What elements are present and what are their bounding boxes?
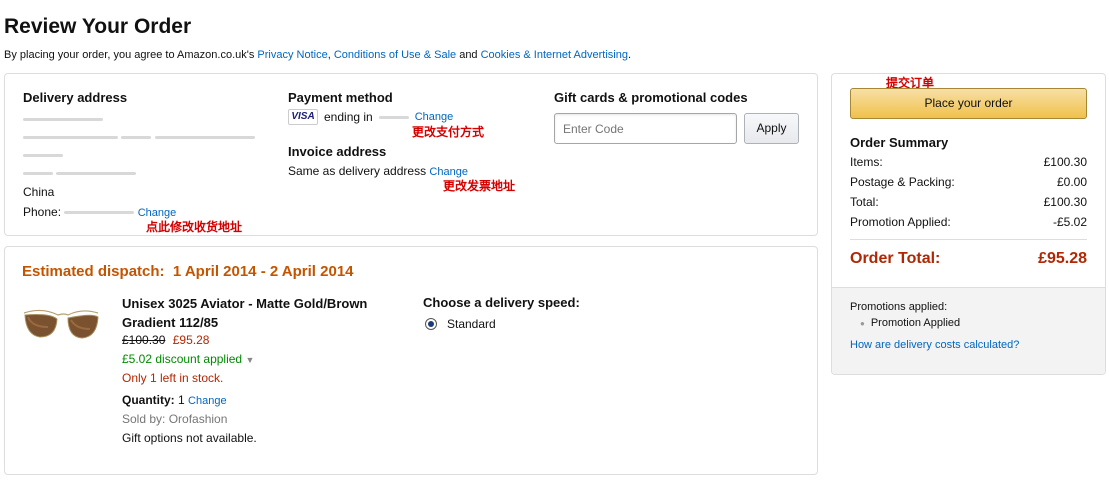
chevron-down-icon: ▼ [245,355,255,365]
invoice-address-row: Same as delivery address Change [288,164,468,178]
summary-value: £100.30 [1043,155,1087,169]
payment-change-link[interactable]: Change [415,111,454,123]
summary-value: £0.00 [1056,175,1087,189]
product-title[interactable]: Unisex 3025 Aviator - Matte Gold/Brown G… [122,294,392,332]
card-ending-text: ending in [324,110,373,124]
delivery-address-heading: Delivery address [23,90,128,105]
summary-label: Total: [850,195,879,209]
order-summary-heading: Order Summary [850,135,949,150]
summary-label: Promotion Applied: [850,215,951,229]
delivery-country: China [23,185,55,199]
apply-button[interactable]: Apply [744,113,799,144]
promotions-applied-heading: Promotions applied: [850,301,948,313]
discount-text: £5.02 discount applied [122,352,243,366]
invoice-address-heading: Invoice address [288,144,387,159]
card-number-redacted [378,115,409,119]
delivery-costs-link[interactable]: How are delivery costs calculated? [850,339,1019,351]
summary-row-items: Items: £100.30 [850,152,1087,172]
phone-redacted [64,211,135,215]
order-total-row: Order Total: £95.28 [850,250,1087,268]
summary-value: -£5.02 [1052,215,1087,229]
product-image-sunglasses[interactable] [22,305,100,347]
summary-label: Items: [850,155,883,169]
agreement-and: and [456,49,481,61]
summary-value: £100.30 [1043,195,1087,209]
discount-row[interactable]: £5.02 discount applied ▼ [122,352,254,366]
delivery-speed-heading: Choose a delivery speed: [423,295,580,310]
old-price: £100.30 [122,333,166,347]
quantity-change-link[interactable]: Change [188,395,227,407]
invoice-address-value: Same as delivery address [288,164,427,178]
order-total-value: £95.28 [1038,250,1087,267]
summary-row-postage: Postage & Packing: £0.00 [850,172,1087,192]
promotion-item: ● Promotion Applied [860,317,960,329]
quantity-row: Quantity: 1 Change [122,393,227,407]
cookies-link[interactable]: Cookies & Internet Advertising [481,49,628,61]
price-row: £100.30 £95.28 [122,333,209,347]
radio-selected-icon[interactable] [425,318,437,330]
phone-label: Phone: [23,205,62,219]
bullet-icon: ● [860,318,865,328]
summary-divider [850,239,1087,240]
gift-code-input[interactable] [554,113,737,144]
delivery-phone: Phone: Change [23,205,176,219]
delivery-address-redacted [23,112,263,180]
gift-cards-heading: Gift cards & promotional codes [554,90,748,105]
sold-by: Sold by: Orofashion [122,412,228,426]
agreement-text: By placing your order, you agree to Amaz… [4,49,631,61]
stock-warning: Only 1 left in stock. [122,371,224,385]
delivery-speed-standard[interactable]: Standard [425,317,496,331]
visa-card-icon: VISA [288,109,318,125]
summary-rows: Items: £100.30 Postage & Packing: £0.00 To… [850,152,1087,232]
quantity-value: 1 [178,393,185,407]
payment-method-heading: Payment method [288,90,393,105]
agreement-period: . [627,49,632,61]
agreement-prefix: By placing your order, you agree to Amaz… [4,49,258,61]
payment-annotation: 更改支付方式 [412,125,485,139]
summary-row-promotion: Promotion Applied: -£5.02 [850,212,1087,232]
standard-label: Standard [447,317,496,331]
gift-options: Gift options not available. [122,431,257,445]
invoice-annotation: 更改发票地址 [443,179,516,193]
delivery-annotation: 点此修改收货地址 [146,220,243,234]
privacy-notice-link[interactable]: Privacy Notice [257,49,327,61]
page-title: Review Your Order [4,15,192,38]
new-price: £95.28 [172,333,210,347]
estimated-dispatch-heading: Estimated dispatch: 1 April 2014 - 2 Apr… [22,263,354,280]
conditions-link[interactable]: Conditions of Use & Sale [334,49,456,61]
summary-label: Postage & Packing: [850,175,955,189]
quantity-label: Quantity: [122,393,175,407]
summary-row-total: Total: £100.30 [850,192,1087,212]
order-total-label: Order Total: [850,250,941,267]
promotion-item-label: Promotion Applied [870,317,961,329]
place-order-button[interactable]: Place your order [850,88,1087,119]
